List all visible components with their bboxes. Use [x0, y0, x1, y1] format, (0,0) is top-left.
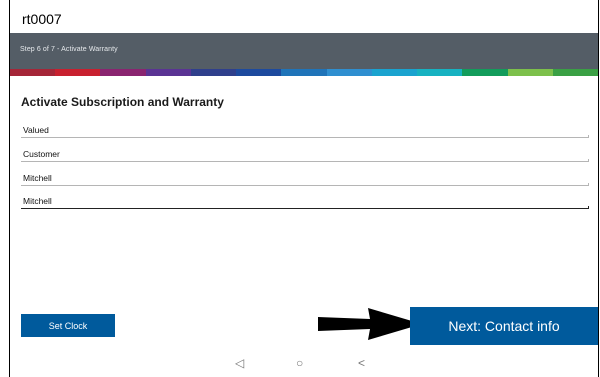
progress-segment [326, 69, 372, 76]
progress-segment [462, 69, 508, 76]
city-value: Mitchell [23, 173, 52, 183]
progress-segment [55, 69, 101, 76]
step-header: Step 6 of 7 - Activate Warranty [10, 33, 598, 69]
last-name-value: Customer [23, 149, 60, 159]
nav-recent-icon[interactable]: < [358, 356, 365, 370]
progress-segment [145, 69, 191, 76]
field-underline [21, 159, 589, 162]
progress-segment [190, 69, 237, 76]
progress-segment [371, 69, 418, 76]
field-underline [21, 183, 589, 186]
city-field[interactable]: Mitchell [21, 171, 589, 186]
first-name-field[interactable]: Valued [21, 123, 589, 138]
confirm-field[interactable]: Mitchell [21, 194, 589, 209]
set-clock-button[interactable]: Set Clock [21, 314, 115, 337]
window-border-right [598, 0, 599, 377]
nav-home-icon[interactable]: ○ [296, 356, 303, 370]
progress-segment [507, 69, 553, 76]
progress-segment [100, 69, 146, 76]
first-name-value: Valued [23, 125, 49, 135]
step-label: Step 6 of 7 - Activate Warranty [20, 46, 118, 53]
last-name-field[interactable]: Customer [21, 147, 589, 162]
progress-segment [236, 69, 282, 76]
form-heading: Activate Subscription and Warranty [21, 95, 224, 109]
progress-segment [417, 69, 463, 76]
next-contact-info-button[interactable]: Next: Contact info [410, 307, 598, 345]
progress-segment [10, 69, 56, 76]
nav-back-icon[interactable]: ◁ [235, 356, 244, 370]
progress-segment [281, 69, 327, 76]
arrow-pointer-icon [318, 308, 422, 340]
field-underline [21, 206, 589, 209]
confirm-value: Mitchell [23, 196, 52, 206]
window-title: rt0007 [22, 11, 62, 27]
field-underline [21, 135, 589, 138]
progress-segment [552, 69, 599, 76]
progress-stripe [10, 69, 599, 76]
